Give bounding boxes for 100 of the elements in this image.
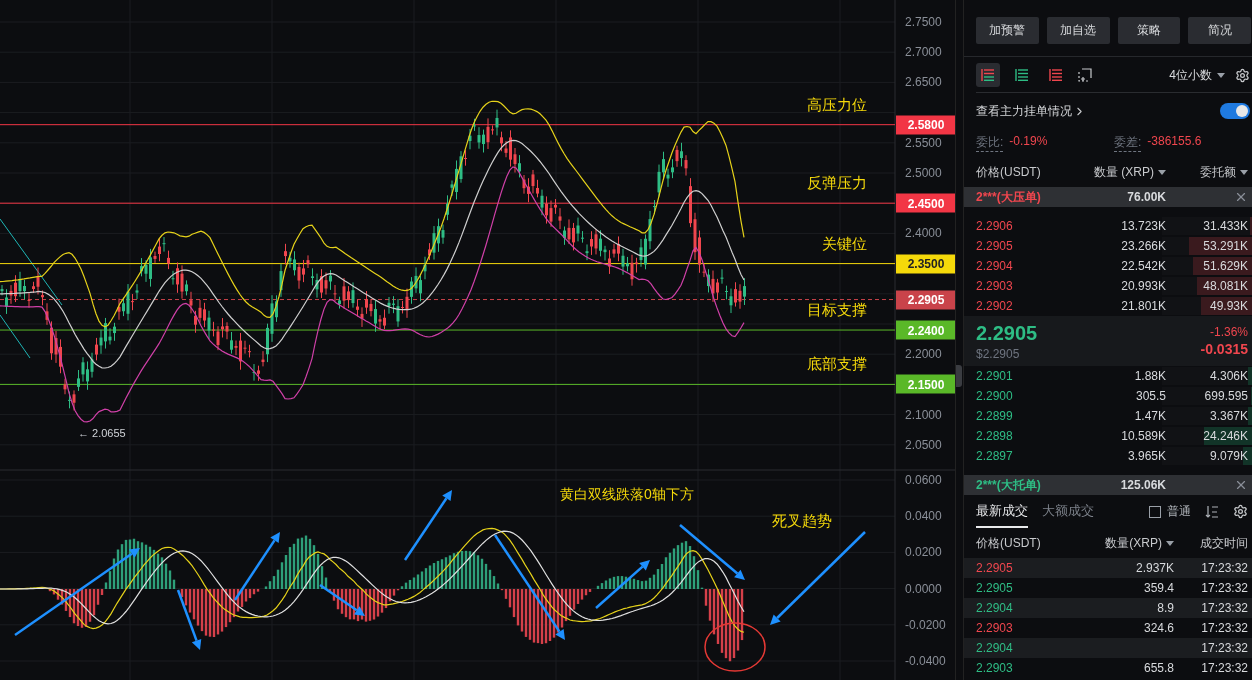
arrow-drawing xyxy=(319,583,365,616)
ask-price: 2.2905 xyxy=(976,239,1014,253)
chart-annotation: 高压力位 xyxy=(807,95,867,115)
trade-price: 2.2905 xyxy=(976,561,1014,575)
trade-time: 17:23:32 xyxy=(1200,561,1248,575)
chart-annotation: 黄白双线跌落0轴下方 xyxy=(560,486,694,504)
sort-icon[interactable] xyxy=(1205,504,1219,519)
order-book-view-icon xyxy=(1015,69,1029,81)
ask-total: 49.93K xyxy=(1208,299,1248,313)
chart-annotation: 关键位 xyxy=(822,234,867,254)
caret-icon xyxy=(1166,540,1174,546)
axis-label: 0.0000 xyxy=(905,581,942,596)
column-header: 价格(USDT) xyxy=(976,534,1042,552)
bid-total: 699.595 xyxy=(1203,389,1248,403)
trade-quantity: 324.6 xyxy=(1142,621,1174,635)
column-header[interactable]: 数量 (XRP) xyxy=(1086,163,1166,181)
ask-price: 2.2906 xyxy=(976,219,1014,233)
bid-total: 24.246K xyxy=(1202,429,1248,443)
trade-price: 2.2905 xyxy=(976,581,1014,595)
axis-label: 2.1000 xyxy=(905,407,942,422)
close-icon[interactable] xyxy=(1234,478,1248,492)
axis-label: 2.4000 xyxy=(905,226,942,241)
ask-price: 2.2903 xyxy=(976,279,1014,293)
caret-icon xyxy=(1240,169,1248,175)
action-button[interactable]: 加预警 xyxy=(976,17,1039,44)
ask-price: 2.2902 xyxy=(976,299,1014,313)
chart-annotation: 反弹压力 xyxy=(807,173,867,193)
bid-quantity: 1.88K xyxy=(1133,369,1166,383)
chart-annotation: 底部支撑 xyxy=(807,354,867,374)
usd-price: $2.2905 xyxy=(976,346,1020,361)
bid-price: 2.2901 xyxy=(976,369,1014,383)
action-button[interactable]: 简况 xyxy=(1188,17,1251,44)
trade-quantity: 8.9 xyxy=(1156,601,1174,615)
column-header[interactable]: 委托额 xyxy=(1166,163,1248,181)
action-button[interactable]: 加自选 xyxy=(1046,17,1110,44)
frame-plus-icon[interactable] xyxy=(1078,68,1092,82)
bid-total: 3.367K xyxy=(1208,409,1248,423)
stat-value: -0.19% xyxy=(1009,134,1048,150)
axis-label: 2.7500 xyxy=(905,15,942,29)
trade-quantity: 655.8 xyxy=(1142,661,1174,675)
price-tag: 2.5800 xyxy=(896,115,956,135)
price-tag: 2.1500 xyxy=(896,374,956,394)
arrow-drawing xyxy=(679,524,745,580)
main-orders-toggle[interactable] xyxy=(1220,103,1250,119)
trades-tab[interactable]: 大额成交 xyxy=(1042,495,1094,528)
axis-label: 2.7000 xyxy=(905,45,942,60)
order-book-view-icon xyxy=(981,69,995,81)
precision-dropdown[interactable]: 4位小数 xyxy=(1169,66,1225,84)
ask-total: 53.291K xyxy=(1202,239,1248,253)
caret-icon xyxy=(1217,72,1225,78)
axis-label: 0.0400 xyxy=(905,509,942,524)
ask-quantity: 23.266K xyxy=(1120,239,1166,253)
arrow-drawing xyxy=(233,532,280,601)
bid-total: 9.079K xyxy=(1208,449,1248,463)
price-tag: 2.4500 xyxy=(896,193,956,213)
ask-quantity: 22.542K xyxy=(1120,259,1166,273)
big-order-label: 2***(大托单) xyxy=(976,476,1042,494)
axis-label: -0.0400 xyxy=(905,654,946,668)
arrow-drawing xyxy=(595,560,650,609)
view-mode-button[interactable] xyxy=(976,63,1000,87)
main-orders-link[interactable]: 查看主力挂单情况 xyxy=(976,102,1086,120)
arrow-drawing xyxy=(176,589,202,650)
column-header: 成交时间 xyxy=(1199,534,1248,552)
ask-quantity: 13.723K xyxy=(1120,219,1166,233)
column-header: 价格(USDT) xyxy=(976,163,1042,181)
axis-label: 0.0600 xyxy=(905,473,942,487)
stat-value: -386155.6 xyxy=(1147,134,1202,150)
bid-quantity: 10.589K xyxy=(1120,429,1166,443)
change-percent: -1.36% xyxy=(1209,325,1248,339)
settings-icon[interactable] xyxy=(1235,67,1250,83)
trade-time: 17:23:32 xyxy=(1200,601,1248,615)
close-icon[interactable] xyxy=(1234,190,1248,204)
chart-annotation: 目标支撑 xyxy=(807,300,867,320)
trade-price: 2.2904 xyxy=(976,601,1014,615)
axis-label: 2.6500 xyxy=(905,75,942,90)
trades-tab[interactable]: 最新成交 xyxy=(976,495,1028,528)
action-button[interactable]: 策略 xyxy=(1117,17,1181,44)
settings-icon[interactable] xyxy=(1233,504,1248,519)
trade-time: 17:23:32 xyxy=(1200,661,1248,675)
arrow-drawing xyxy=(403,490,452,561)
trend-line xyxy=(0,314,31,359)
bid-quantity: 305.5 xyxy=(1134,389,1166,403)
trade-quantity: 2.937K xyxy=(1134,561,1174,575)
ask-quantity: 20.993K xyxy=(1120,279,1166,293)
trade-price: 2.2903 xyxy=(976,621,1014,635)
ask-total: 51.629K xyxy=(1202,259,1248,273)
ask-total: 31.433K xyxy=(1202,219,1248,233)
column-header[interactable]: 数量(XRP) xyxy=(1072,534,1174,552)
panel-resize-handle[interactable] xyxy=(956,365,962,387)
chart-annotation: 死叉趋势 xyxy=(772,511,832,531)
price-tag: 2.2905 xyxy=(896,290,956,310)
stat-label: 委差: xyxy=(1114,134,1142,152)
price-tag: 2.3500 xyxy=(896,254,956,274)
axis-label: 2.2000 xyxy=(905,347,942,362)
ask-price: 2.2904 xyxy=(976,259,1014,273)
bid-total: 4.306K xyxy=(1208,369,1248,383)
normal-checkbox[interactable]: 普通 xyxy=(1149,495,1191,528)
ask-total: 48.081K xyxy=(1202,279,1248,293)
bid-quantity: 3.965K xyxy=(1126,449,1166,463)
caret-icon xyxy=(1158,169,1166,175)
